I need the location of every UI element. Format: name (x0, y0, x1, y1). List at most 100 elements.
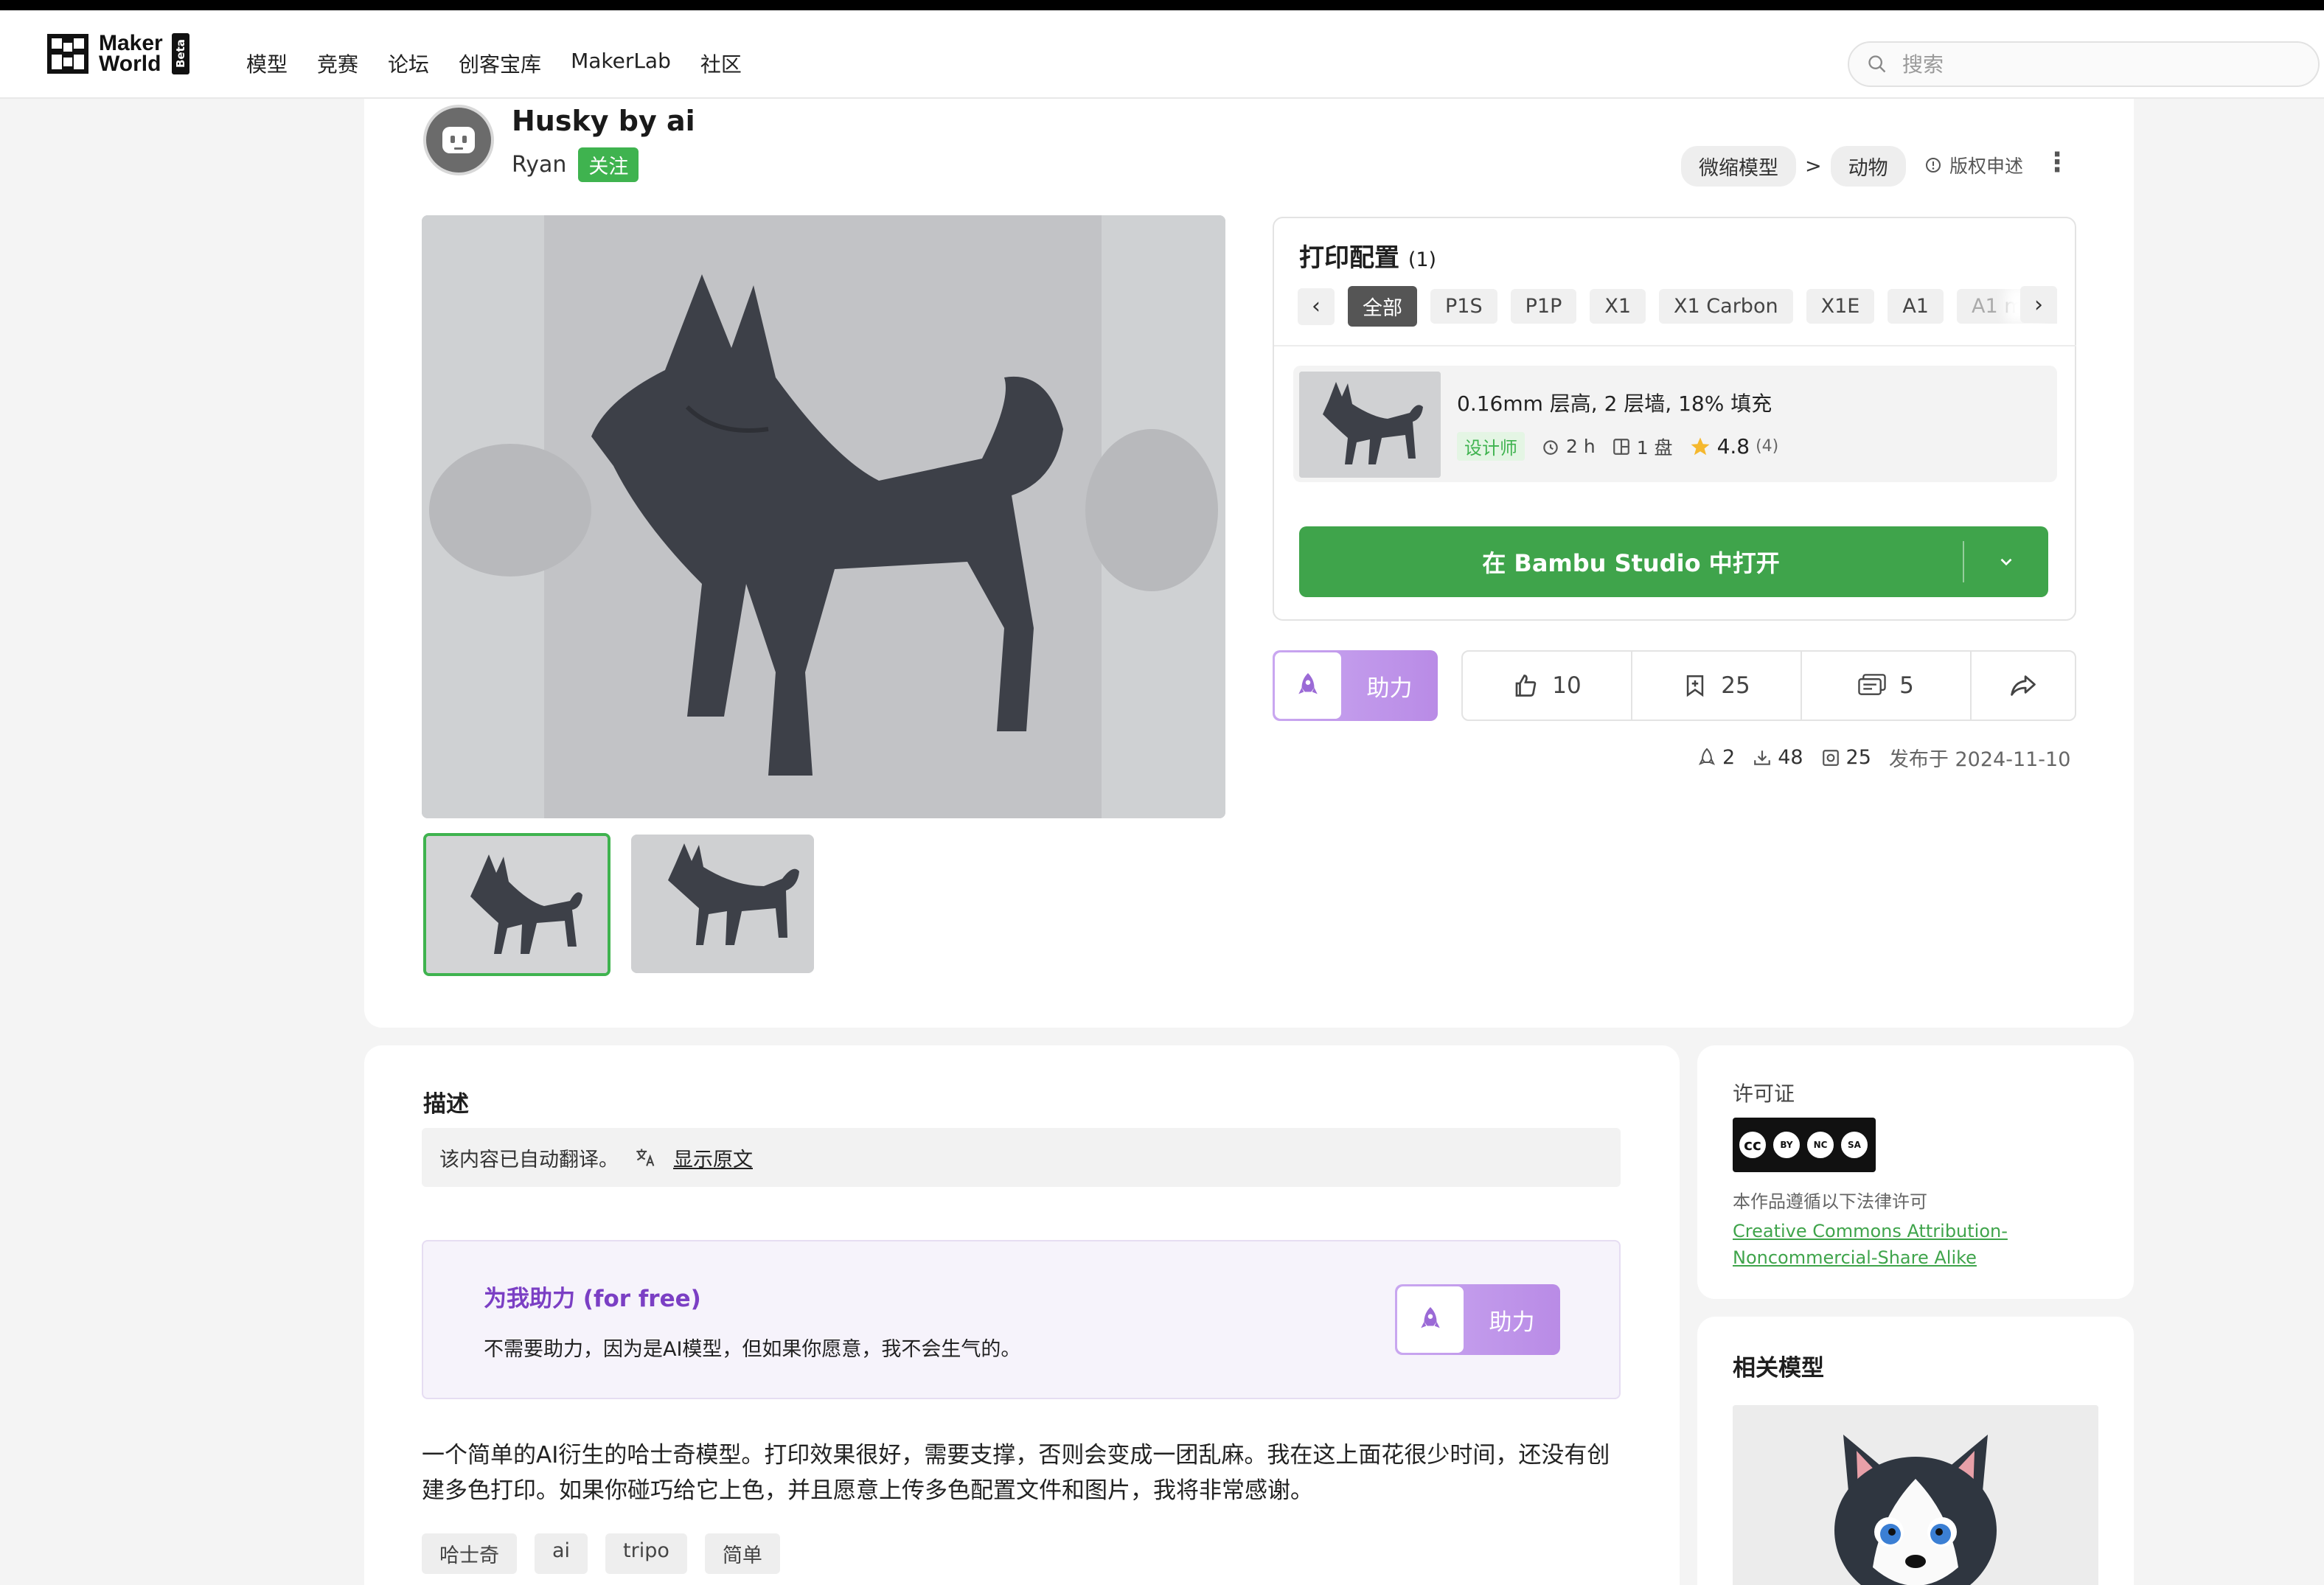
tag-tripo[interactable]: tripo (605, 1533, 687, 1574)
category-breadcrumb: 微缩模型 > 动物 (1681, 146, 1906, 187)
husky-thumbnail-image (426, 836, 608, 973)
nav-item-forum[interactable]: 论坛 (388, 49, 429, 78)
designer-badge: 设计师 (1457, 432, 1525, 461)
author-name[interactable]: Ryan (512, 152, 566, 178)
comment-icon (1858, 674, 1886, 695)
husky-photo (422, 215, 1225, 818)
like-count: 10 (1552, 672, 1582, 699)
info-circle-icon (1926, 158, 1941, 173)
boost-button[interactable]: 助力 (1273, 650, 1438, 721)
divider (1274, 345, 2076, 346)
show-original-link[interactable]: 显示原文 (673, 1143, 753, 1172)
comment-count: 5 (1899, 672, 1914, 699)
rocket-icon (1275, 652, 1341, 719)
thumbs-up-icon (1515, 675, 1537, 697)
bookmark-add-icon (1687, 675, 1704, 697)
comments-button[interactable]: 5 (1802, 652, 1972, 720)
rocket-icon (1397, 1286, 1464, 1353)
gallery-thumbnail-2[interactable] (631, 835, 814, 973)
gallery-thumbnail-1[interactable] (423, 833, 610, 976)
rating: 4.8 (4) (1689, 434, 1778, 459)
site-header: Maker World Beta 模型 竞赛 论坛 创客宝库 MakerLab … (0, 10, 2324, 99)
plate-count: 1 盘 (1612, 433, 1673, 460)
logo-text-line2: World (99, 52, 161, 76)
publish-date: 发布于 2024-11-10 (1888, 748, 2071, 771)
search-bar[interactable] (1848, 41, 2320, 87)
print-profile-card: 打印配置 (1) ‹ 全部 P1S P1P X1 X1 Carbon X1E A… (1273, 217, 2076, 621)
share-button[interactable] (1972, 652, 2075, 720)
nav-item-contests[interactable]: 竞赛 (317, 49, 358, 78)
printer-filter-chips: ‹ 全部 P1S P1P X1 X1 Carbon X1E A1 A1 mini… (1298, 286, 2057, 327)
license-subtitle: 本作品遵循以下法律许可 (1733, 1191, 1927, 1212)
print-time-value: 2 h (1566, 436, 1596, 457)
open-button-label: 在 Bambu Studio 中打开 (1482, 549, 1780, 577)
search-input[interactable] (1902, 52, 2286, 77)
boost-me-panel: 为我助力 (for free) 不需要助力，因为是AI模型，但如果你愿意，我不会… (422, 1240, 1621, 1399)
printer-chip-all[interactable]: 全部 (1348, 286, 1417, 327)
breadcrumb-animals[interactable]: 动物 (1830, 146, 1906, 187)
chevron-left-icon[interactable]: ‹ (1298, 288, 1335, 325)
translated-notice-text: 该内容已自动翻译。 (439, 1148, 619, 1171)
printer-chip-x1[interactable]: X1 (1590, 289, 1646, 324)
description-body: 一个简单的AI衍生的哈士奇模型。打印效果很好，需要支撑，否则会变成一团乱麻。我在… (422, 1442, 1610, 1504)
cc-by-nc-sa-badge[interactable]: cc BY NC SA (1733, 1118, 1876, 1172)
breadcrumb-miniatures[interactable]: 微缩模型 (1681, 146, 1796, 187)
chevron-down-icon[interactable] (1964, 552, 2048, 571)
printer-chip-x1e[interactable]: X1E (1806, 289, 1875, 324)
rating-value: 4.8 (1716, 434, 1750, 459)
copyright-claim-link[interactable]: 版权申述 (1924, 152, 2023, 178)
nav-item-maker-treasury[interactable]: 创客宝库 (459, 49, 541, 78)
copyright-claim-label: 版权申述 (1949, 156, 2024, 177)
boost-panel-button[interactable]: 助力 (1395, 1284, 1560, 1355)
boost-panel-button-label: 助力 (1489, 1309, 1535, 1336)
chevron-right-icon[interactable]: › (2020, 286, 2057, 323)
print-stat-value: 25 (1845, 746, 1871, 769)
share-icon (2011, 675, 2036, 696)
search-icon (1868, 55, 1886, 73)
nav-item-makerlab[interactable]: MakerLab (571, 49, 671, 78)
print-config-title: 打印配置 (1) (1299, 237, 1436, 274)
window-top-bar (0, 0, 2324, 10)
tag-simple[interactable]: 简单 (704, 1533, 780, 1574)
print-profile-item[interactable]: 0.16mm 层高, 2 层墙, 18% 填充 设计师 2 h 1 盘 4.8 … (1293, 366, 2057, 482)
boost-button-label: 助力 (1366, 675, 1413, 702)
cartoon-husky-image (1733, 1405, 2098, 1585)
print-config-title-text: 打印配置 (1299, 243, 1399, 273)
print-count-icon (1822, 749, 1839, 766)
tag-husky[interactable]: 哈士奇 (422, 1533, 517, 1574)
profile-name: 0.16mm 层高, 2 层墙, 18% 填充 (1457, 391, 1772, 416)
auto-translate-notice: 该内容已自动翻译。 显示原文 (422, 1128, 1621, 1187)
printer-chip-p1p[interactable]: P1P (1510, 289, 1577, 324)
open-in-bambu-studio-button[interactable]: 在 Bambu Studio 中打开 (1299, 526, 2048, 597)
like-button[interactable]: 10 (1463, 652, 1632, 720)
cc-icon: cc (1737, 1129, 1768, 1160)
more-options-icon[interactable]: ⋮ (2044, 147, 2070, 178)
printer-chip-a1[interactable]: A1 (1888, 289, 1944, 324)
nav-item-community[interactable]: 社区 (700, 49, 742, 78)
translate-icon (636, 1149, 655, 1166)
collect-button[interactable]: 25 (1632, 652, 1802, 720)
logo-cube-icon (47, 34, 88, 74)
printer-chip-x1-carbon[interactable]: X1 Carbon (1659, 289, 1793, 324)
printer-chip-p1s[interactable]: P1S (1430, 289, 1497, 324)
boost-panel-text: 不需要助力，因为是AI模型，但如果你愿意，我不会生气的。 (484, 1338, 1021, 1361)
related-model-thumbnail[interactable] (1733, 1405, 2098, 1585)
plate-count-value: 1 盘 (1636, 436, 1673, 459)
nav-item-models[interactable]: 模型 (246, 49, 288, 78)
model-main-image[interactable] (422, 215, 1225, 818)
breadcrumb-separator: > (1805, 155, 1822, 178)
rocket-outline-icon (1698, 748, 1716, 765)
license-title: 许可证 (1733, 1081, 1795, 1106)
avatar[interactable] (423, 105, 494, 175)
license-link[interactable]: Creative Commons Attribution-Noncommerci… (1733, 1218, 2042, 1271)
makerworld-logo[interactable]: Maker World Beta (46, 32, 189, 75)
robot-avatar-icon (442, 127, 475, 153)
beta-badge: Beta (171, 33, 189, 74)
follow-button[interactable]: 关注 (578, 147, 639, 182)
husky-thumbnail-image (1299, 372, 1441, 478)
download-stat: 48 (1753, 746, 1803, 769)
tag-list: 哈士奇 ai tripo 简单 (422, 1533, 780, 1574)
tag-ai[interactable]: ai (535, 1533, 588, 1574)
print-stat: 25 (1821, 746, 1871, 769)
main-nav: 模型 竞赛 论坛 创客宝库 MakerLab 社区 (246, 49, 742, 78)
